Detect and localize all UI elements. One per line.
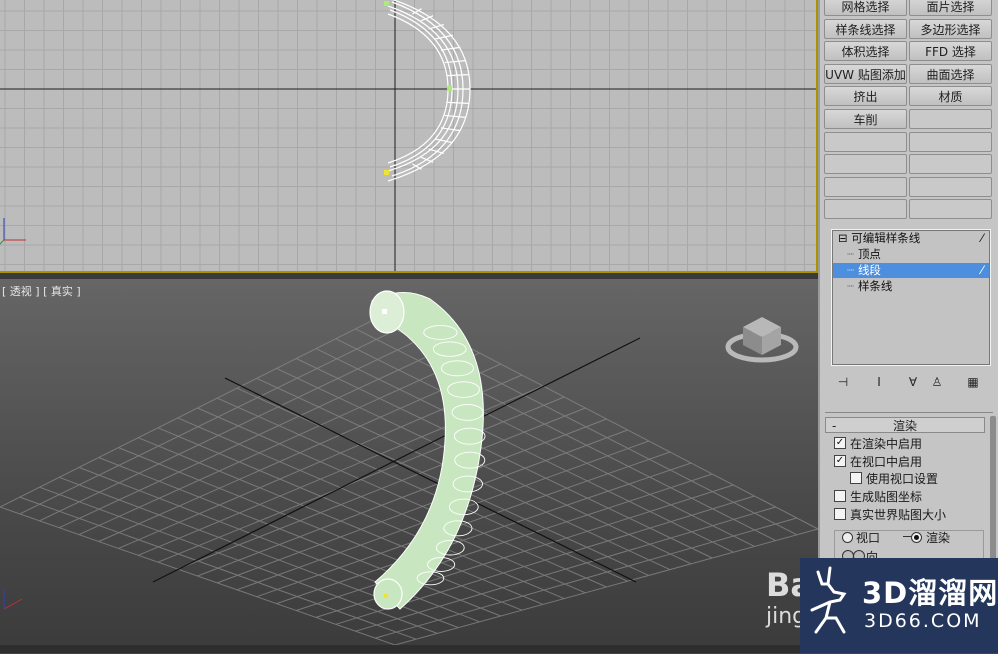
deer-logo-icon bbox=[810, 566, 847, 634]
modifier-button-9-1[interactable] bbox=[909, 199, 992, 220]
expander-icon[interactable]: ⊟ bbox=[838, 231, 848, 245]
render-radio[interactable] bbox=[911, 532, 922, 543]
modifier-button-1-1[interactable]: 多边形选择 bbox=[909, 18, 992, 39]
enable-in-viewport-label: 在视口中启用 bbox=[850, 455, 923, 469]
real-world-map-size-label: 真实世界贴图大小 bbox=[850, 508, 947, 522]
modifier-button-2-0[interactable]: 体积选择 bbox=[824, 41, 907, 62]
collapse-icon[interactable]: - bbox=[832, 418, 836, 434]
modifier-button-9-0[interactable] bbox=[824, 199, 907, 220]
stack-item-label: 线段 bbox=[857, 263, 881, 277]
perspective-viewport[interactable]: [ 透视 ] [ 真实 ] bbox=[0, 279, 818, 645]
modifier-button-2-1[interactable]: FFD 选择 bbox=[909, 41, 992, 62]
remove-modifier-icon[interactable]: ♙ bbox=[928, 374, 946, 390]
modifier-button-5-0[interactable]: 车削 bbox=[824, 109, 907, 129]
stack-item-editable-spline[interactable]: ⊟ 可编辑样条线 ⁄ bbox=[833, 231, 989, 246]
modifier-button-6-0[interactable] bbox=[824, 131, 907, 152]
modifier-button-5-1[interactable] bbox=[909, 109, 992, 129]
modifier-stack[interactable]: ⊟ 可编辑样条线 ⁄ ┈ 顶点 ┈ 线段 ⁄ ┈ 样条线 bbox=[831, 229, 991, 366]
floor-grid-line bbox=[355, 328, 776, 542]
generate-mapping-coords-label: 生成贴图坐标 bbox=[850, 490, 923, 504]
enable-in-renderer-checkbox[interactable]: ✓ bbox=[834, 437, 846, 449]
tube-vertex-top bbox=[382, 309, 387, 314]
viewport-radio[interactable] bbox=[842, 532, 853, 543]
modifier-button-0-1[interactable]: 面片选择 bbox=[909, 0, 992, 16]
modifier-button-8-0[interactable] bbox=[824, 176, 907, 197]
tube-vertex-bottom bbox=[384, 594, 388, 598]
perspective-label[interactable]: [ 透视 ] [ 真实 ] bbox=[2, 283, 81, 299]
generate-mapping-coords-checkbox[interactable] bbox=[834, 490, 846, 502]
viewport-radio-label: 视口 bbox=[856, 531, 881, 545]
stack-item-segment[interactable]: ┈ 线段 ⁄ bbox=[833, 263, 989, 278]
light-bulb-icon[interactable]: ⁄ bbox=[981, 263, 983, 278]
front-viewport[interactable] bbox=[0, 0, 818, 273]
spline-vertex-bottom[interactable] bbox=[384, 170, 389, 175]
persp-axis-gizmo bbox=[3, 589, 23, 610]
radio-dash bbox=[903, 536, 911, 537]
modifier-button-3-0[interactable]: UVW 贴图添加 bbox=[824, 63, 907, 84]
modifier-button-1-0[interactable]: 样条线选择 bbox=[824, 18, 907, 39]
stack-item-label: 可编辑样条线 bbox=[851, 231, 921, 245]
configure-modifier-sets-icon[interactable]: ▦ bbox=[964, 374, 982, 390]
render-rollout-header[interactable]: - 渲染 bbox=[825, 417, 985, 433]
front-viewport-grid bbox=[0, 0, 816, 271]
modifier-button-7-1[interactable] bbox=[909, 154, 992, 175]
spline-vertex-top[interactable] bbox=[384, 1, 389, 6]
render-radio-label: 渲染 bbox=[926, 531, 951, 545]
show-end-result-icon[interactable]: Ι bbox=[870, 374, 888, 390]
pin-stack-icon[interactable]: ⊣ bbox=[834, 374, 852, 390]
extruded-tube[interactable] bbox=[369, 290, 486, 610]
site-watermark: 3D溜溜网 3D66.COM bbox=[800, 558, 998, 653]
stack-item-label: 样条线 bbox=[857, 279, 893, 293]
site-watermark-brand: 3D溜溜网 bbox=[862, 576, 998, 610]
enable-in-viewport-checkbox[interactable]: ✓ bbox=[834, 455, 846, 467]
front-spline-tube[interactable] bbox=[387, 0, 471, 182]
make-unique-icon[interactable]: ∀ bbox=[904, 374, 922, 390]
light-bulb-icon[interactable]: ⁄ bbox=[981, 231, 983, 246]
front-axis-gizmo bbox=[0, 218, 26, 245]
modifier-button-4-0[interactable]: 挤出 bbox=[824, 86, 907, 107]
modifier-button-4-1[interactable]: 材质 bbox=[909, 86, 992, 107]
render-rollout-title: 渲染 bbox=[892, 419, 917, 433]
viewcube-icon[interactable] bbox=[725, 317, 799, 363]
persp-axis-a bbox=[152, 337, 641, 583]
modifier-button-3-1[interactable]: 曲面选择 bbox=[909, 63, 992, 84]
viewport-bottom-border bbox=[0, 645, 818, 653]
stack-item-label: 顶点 bbox=[857, 247, 881, 261]
modifier-button-8-1[interactable] bbox=[909, 176, 992, 197]
enable-in-renderer-label: 在渲染中启用 bbox=[850, 437, 923, 451]
modifier-button-7-0[interactable] bbox=[824, 154, 907, 175]
real-world-map-size-checkbox[interactable] bbox=[834, 508, 846, 520]
stack-item-vertex[interactable]: ┈ 顶点 bbox=[833, 247, 989, 262]
modifier-button-6-1[interactable] bbox=[909, 131, 992, 152]
perspective-viewport-scene bbox=[0, 290, 818, 645]
stack-item-spline[interactable]: ┈ 样条线 bbox=[833, 279, 989, 294]
modifier-button-0-0[interactable]: 网格选择 bbox=[824, 0, 907, 16]
use-viewport-settings-label: 使用视口设置 bbox=[866, 472, 939, 486]
use-viewport-settings-checkbox[interactable] bbox=[850, 472, 862, 484]
command-panel: 网格选择 面片选择 样条线选择 多边形选择 体积选择 FFD 选择 UVW 贴图添加 曲面选择… bbox=[818, 0, 998, 653]
site-watermark-url: 3D66.COM bbox=[864, 610, 982, 632]
spline-vertex-mid[interactable] bbox=[447, 86, 452, 91]
